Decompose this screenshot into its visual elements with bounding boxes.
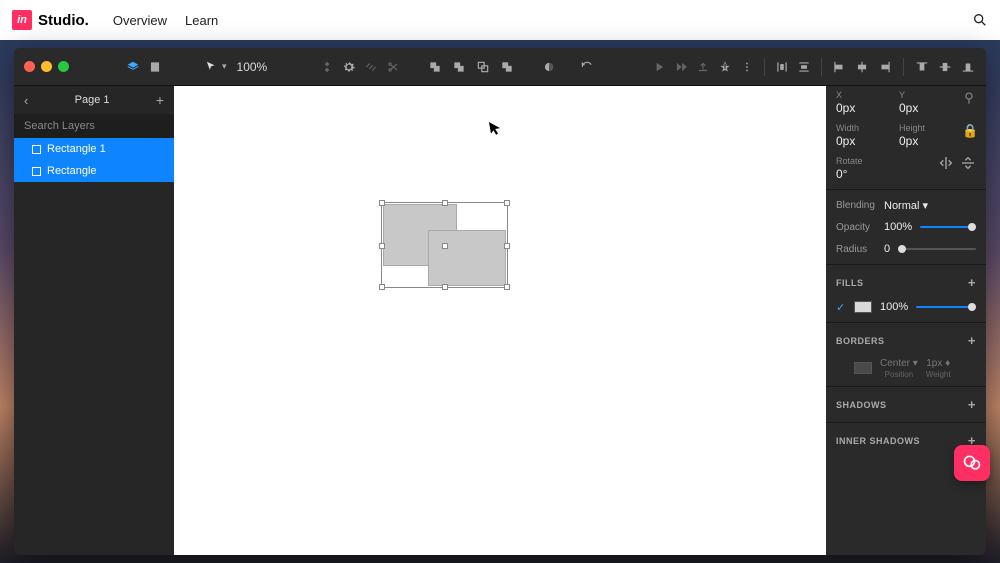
libraries-panel-icon[interactable]: [147, 59, 163, 75]
maximize-window-button[interactable]: [58, 61, 69, 72]
align-hcenter-icon[interactable]: [854, 59, 870, 75]
more-icon[interactable]: [739, 59, 755, 75]
window-controls: [24, 61, 69, 72]
width-value[interactable]: 0px: [836, 134, 889, 148]
border-position-value[interactable]: Center ▾: [880, 358, 918, 369]
subtract-icon[interactable]: [451, 59, 467, 75]
canvas[interactable]: [174, 86, 826, 555]
radius-label: Radius: [836, 244, 876, 255]
close-window-button[interactable]: [24, 61, 35, 72]
layer-label: Rectangle 1: [47, 143, 106, 155]
blending-label: Blending: [836, 200, 876, 211]
add-page-button[interactable]: +: [156, 92, 164, 108]
mask-icon[interactable]: [541, 59, 557, 75]
opacity-value[interactable]: 100%: [884, 221, 912, 233]
x-value[interactable]: 0px: [836, 101, 889, 115]
align-bottom-icon[interactable]: [960, 59, 976, 75]
layers-sidebar: ‹ Page 1 + Search Layers Rectangle 1 Rec…: [14, 86, 174, 555]
scissors-tool-icon[interactable]: [385, 59, 401, 75]
difference-icon[interactable]: [499, 59, 515, 75]
add-border-button[interactable]: +: [968, 333, 976, 348]
chat-support-button[interactable]: [954, 445, 990, 481]
align-group: [831, 58, 976, 76]
fill-opacity-slider[interactable]: [916, 306, 976, 308]
pointer-tool-icon[interactable]: [203, 59, 219, 75]
border-color-swatch[interactable]: [854, 362, 872, 374]
flip-vertical-icon[interactable]: [960, 156, 976, 170]
opacity-slider[interactable]: [920, 226, 976, 228]
rectangle-icon: [32, 145, 41, 154]
page-title[interactable]: Page 1: [75, 94, 110, 106]
add-shadow-button[interactable]: +: [968, 397, 976, 412]
inspector-panel: X 0px Y 0px ⚲ Width 0px Height: [826, 86, 986, 555]
lock-aspect-icon[interactable]: 🔒: [962, 123, 976, 139]
publish-icon[interactable]: [717, 59, 733, 75]
search-icon[interactable]: [972, 12, 988, 28]
layer-item-rectangle[interactable]: Rectangle: [14, 160, 174, 182]
y-value[interactable]: 0px: [899, 101, 952, 115]
x-label: X: [836, 90, 889, 100]
link-tool-icon[interactable]: [363, 59, 379, 75]
website-header: in Studio. Overview Learn: [0, 0, 1000, 40]
align-vcenter-icon[interactable]: [937, 59, 953, 75]
distribute-h-icon[interactable]: [774, 59, 790, 75]
opacity-label: Opacity: [836, 222, 876, 233]
selection-bounds: [381, 202, 508, 288]
add-fill-button[interactable]: +: [968, 275, 976, 290]
fill-color-swatch[interactable]: [854, 301, 872, 313]
layers-panel-icon[interactable]: [125, 59, 141, 75]
width-label: Width: [836, 123, 889, 133]
refresh-icon[interactable]: [579, 59, 595, 75]
layer-item-rectangle-1[interactable]: Rectangle 1: [14, 138, 174, 160]
rotate-value[interactable]: 0°: [836, 167, 886, 181]
shadows-title: SHADOWS: [836, 400, 887, 410]
borders-title: BORDERS: [836, 336, 885, 346]
nav-learn[interactable]: Learn: [185, 13, 218, 28]
nav-overview[interactable]: Overview: [113, 13, 167, 28]
component-tool-icon[interactable]: [319, 59, 335, 75]
minimize-window-button[interactable]: [41, 61, 52, 72]
radius-slider[interactable]: [898, 248, 976, 250]
height-label: Height: [899, 123, 952, 133]
fill-opacity-value[interactable]: 100%: [880, 301, 908, 313]
border-weight-value[interactable]: 1px ♦: [926, 358, 950, 369]
cursor-pointer-icon: [489, 120, 501, 136]
distribute-v-icon[interactable]: [796, 59, 812, 75]
blending-value[interactable]: Normal ▾: [884, 199, 928, 212]
intersect-icon[interactable]: [475, 59, 491, 75]
fills-title: FILLS: [836, 278, 864, 288]
settings-icon[interactable]: [341, 59, 357, 75]
boolean-ops-group: [427, 59, 515, 75]
align-top-icon[interactable]: [914, 59, 930, 75]
border-weight-label: Weight: [926, 370, 951, 379]
layer-label: Rectangle: [47, 165, 97, 177]
app-window: ▾ 100%: [14, 48, 986, 555]
height-value[interactable]: 0px: [899, 134, 952, 148]
union-icon[interactable]: [427, 59, 443, 75]
desktop-background: ▾ 100%: [0, 40, 1000, 563]
search-layers-input[interactable]: Search Layers: [14, 114, 174, 138]
zoom-level[interactable]: 100%: [237, 60, 268, 74]
invision-logo: in: [12, 10, 32, 30]
upload-icon[interactable]: [695, 59, 711, 75]
inner-shadows-title: INNER SHADOWS: [836, 436, 920, 446]
y-label: Y: [899, 90, 952, 100]
forward-icon[interactable]: [673, 59, 689, 75]
align-left-icon[interactable]: [831, 59, 847, 75]
rotate-label: Rotate: [836, 156, 886, 166]
back-button[interactable]: ‹: [24, 93, 28, 108]
pin-icon[interactable]: ⚲: [962, 90, 976, 106]
brand-name: Studio.: [38, 12, 89, 29]
flip-horizontal-icon[interactable]: [938, 156, 954, 170]
border-position-label: Position: [885, 370, 913, 379]
align-right-icon[interactable]: [877, 59, 893, 75]
rectangle-icon: [32, 167, 41, 176]
play-icon[interactable]: [651, 59, 667, 75]
app-toolbar: ▾ 100%: [14, 48, 986, 86]
radius-value[interactable]: 0: [884, 243, 890, 255]
fill-enabled-checkbox[interactable]: ✓: [836, 301, 846, 314]
